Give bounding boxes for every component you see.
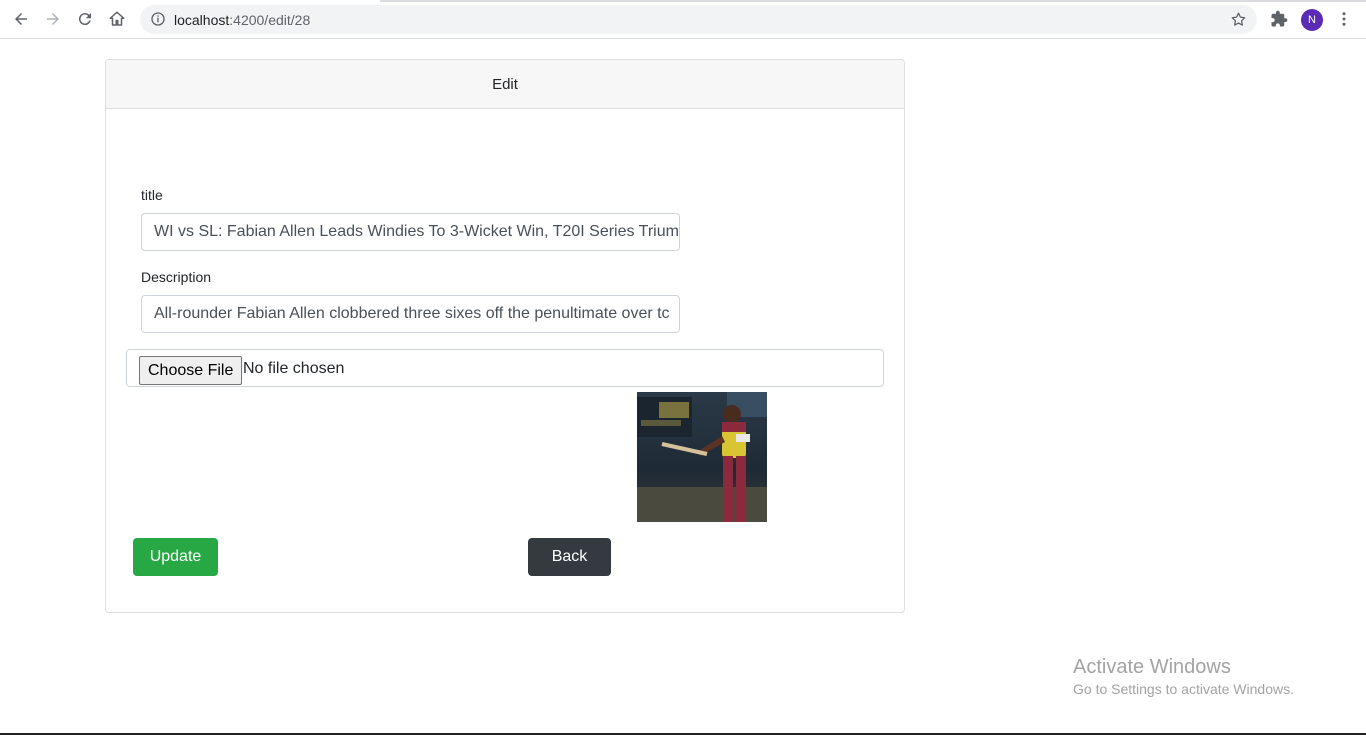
home-icon[interactable] xyxy=(104,6,130,32)
back-button[interactable]: Back xyxy=(528,538,611,576)
back-arrow-icon[interactable] xyxy=(8,6,34,32)
address-bar[interactable]: localhost:4200/edit/28 xyxy=(140,5,1257,34)
reload-icon[interactable] xyxy=(72,6,98,32)
file-status-text: No file chosen xyxy=(243,360,345,377)
forward-arrow-icon[interactable] xyxy=(40,6,66,32)
windows-watermark: Activate Windows Go to Settings to activ… xyxy=(1073,656,1294,697)
star-icon[interactable] xyxy=(1230,11,1247,28)
kebab-menu-icon[interactable] xyxy=(1331,6,1357,32)
cricketer-photo xyxy=(637,392,767,522)
tab-strip-edge xyxy=(380,0,1366,2)
card-header: Edit xyxy=(106,60,904,109)
title-input[interactable]: WI vs SL: Fabian Allen Leads Windies To … xyxy=(141,213,680,251)
update-button[interactable]: Update xyxy=(133,538,218,576)
watermark-title: Activate Windows xyxy=(1073,656,1231,678)
article-image xyxy=(637,392,767,522)
browser-toolbar: localhost:4200/edit/28 N xyxy=(0,0,1366,39)
url-path: :4200/edit/28 xyxy=(229,12,311,28)
url-host: localhost xyxy=(174,12,230,28)
extensions-icon[interactable] xyxy=(1266,6,1292,32)
profile-avatar[interactable]: N xyxy=(1301,9,1323,31)
watermark-subtitle: Go to Settings to activate Windows. xyxy=(1073,681,1294,697)
description-input[interactable]: All-rounder Fabian Allen clobbered three… xyxy=(141,295,680,333)
address-url[interactable]: localhost:4200/edit/28 xyxy=(174,12,310,28)
choose-file-button[interactable]: Choose File xyxy=(139,356,243,385)
description-label: Description xyxy=(141,269,212,285)
edit-card: Edit title WI vs SL: Fabian Allen Leads … xyxy=(105,59,905,613)
file-input[interactable]: Choose File No file chosen xyxy=(126,349,884,387)
info-icon[interactable] xyxy=(150,11,166,27)
title-label: title xyxy=(141,187,163,203)
